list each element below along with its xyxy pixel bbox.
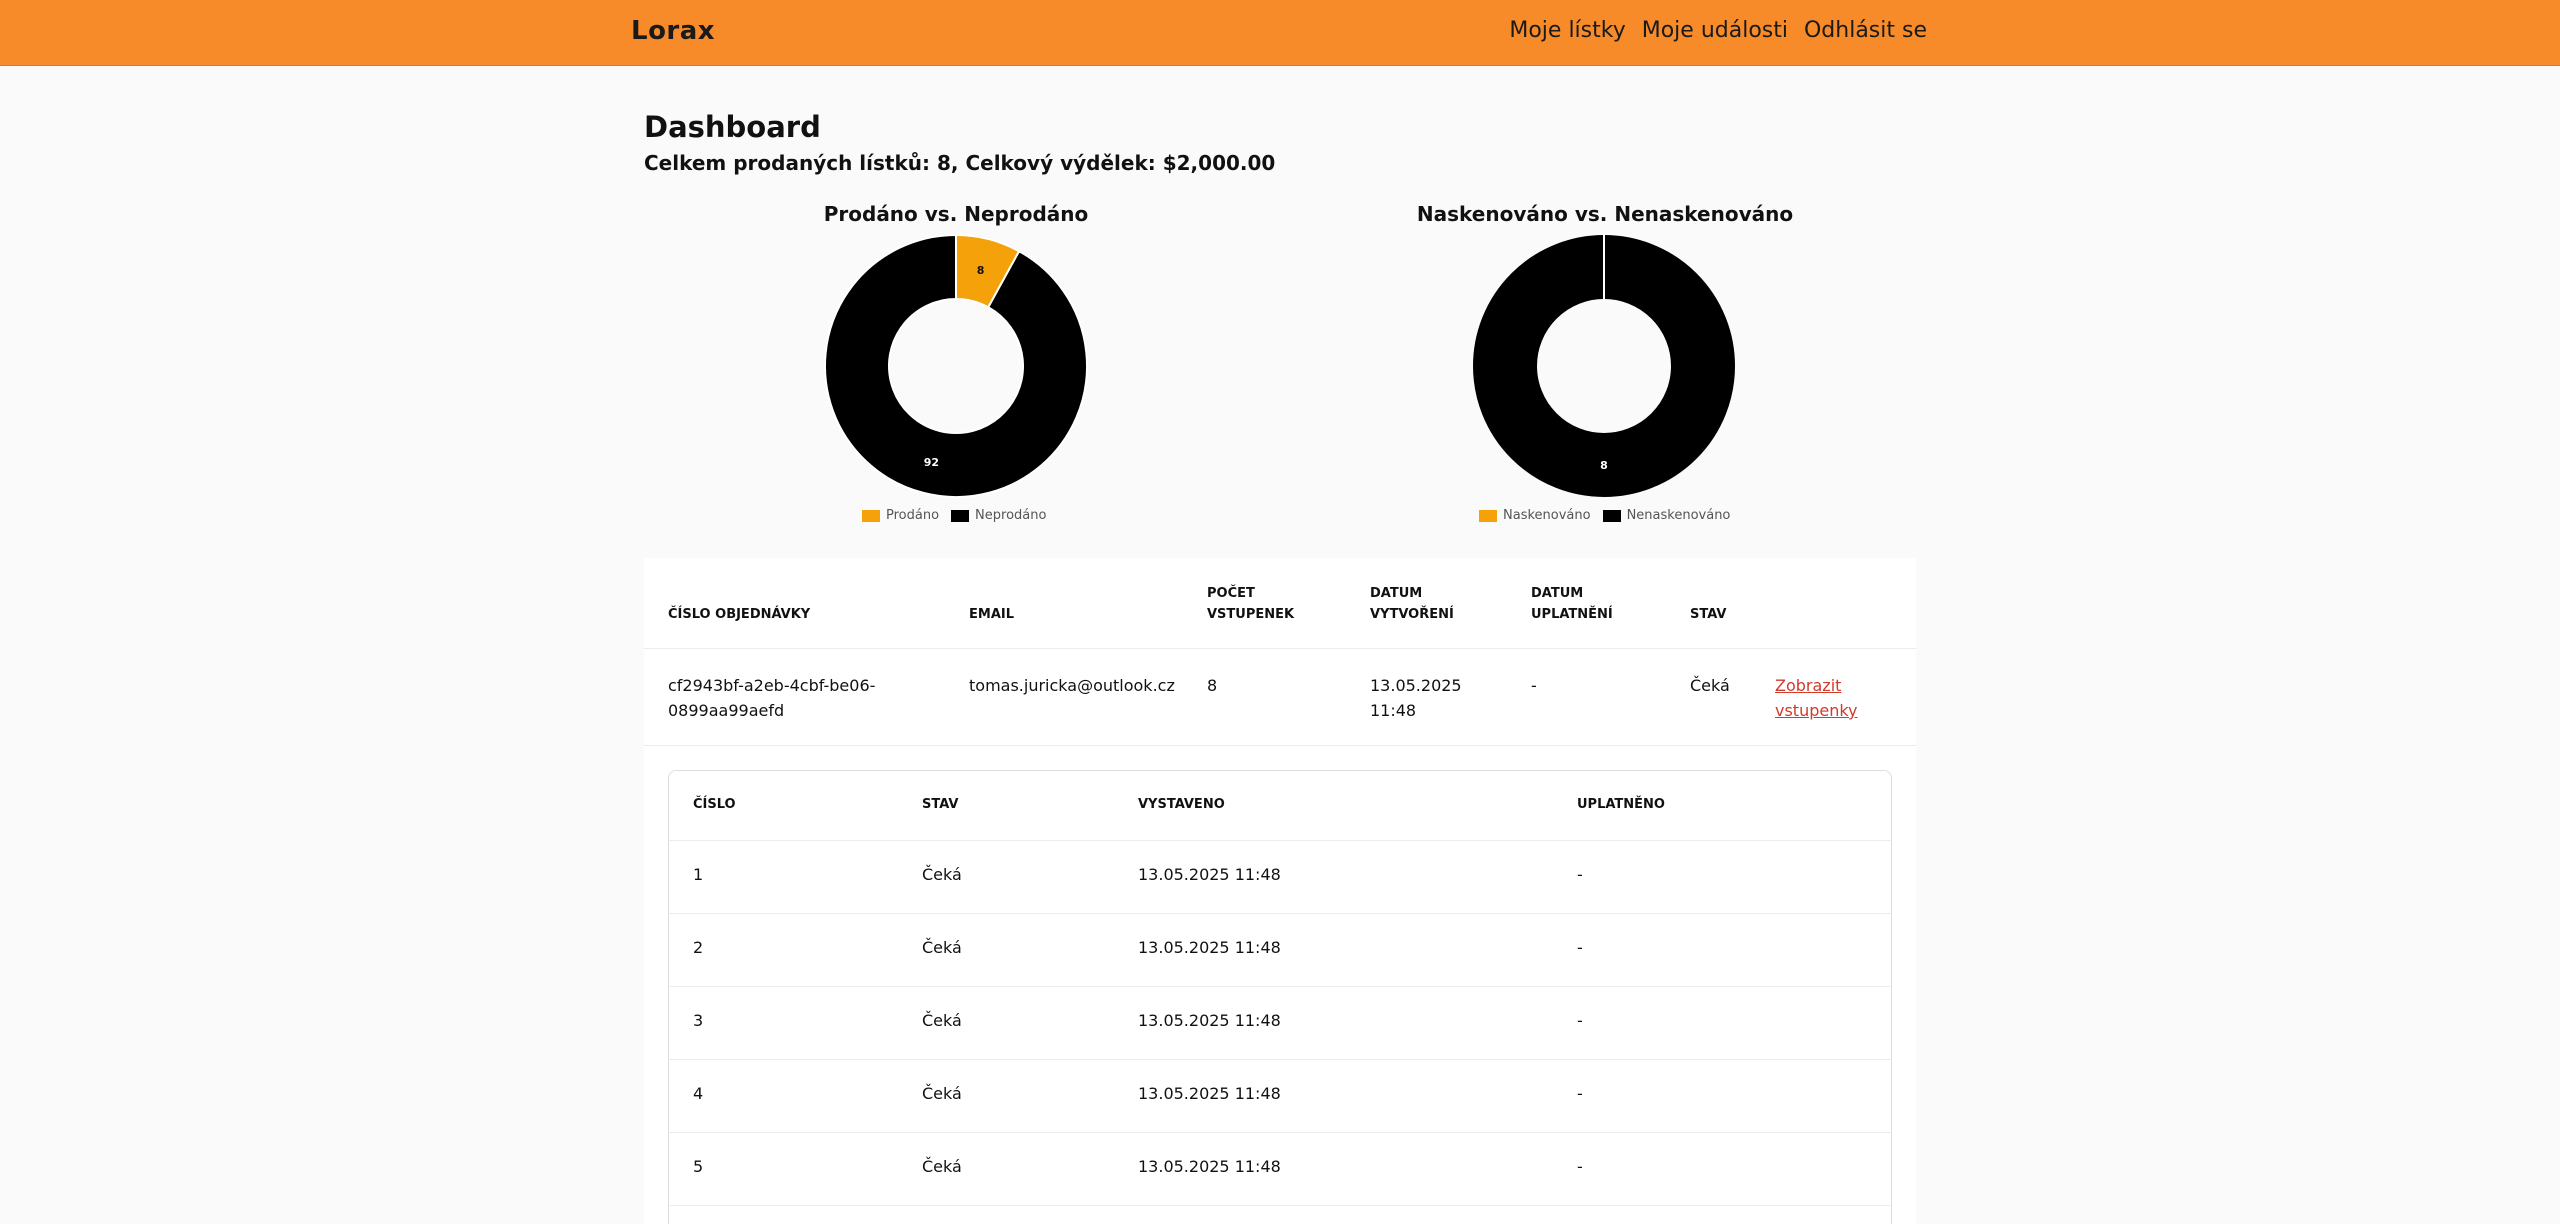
- legend-item-unscanned[interactable]: Nenaskenováno: [1602, 508, 1731, 523]
- legend-swatch-scanned: [1479, 509, 1497, 522]
- ticket-redeemed: -: [1577, 1084, 1583, 1103]
- view-tickets-link[interactable]: Zobrazit vstupenky: [1775, 673, 1875, 723]
- ticket-number: 5: [693, 1157, 704, 1176]
- order-id: cf2943bf-a2eb-4cbf-be06-0899aa99aefd: [668, 676, 876, 720]
- ticket-issued: 13.05.2025 11:48: [1138, 1084, 1281, 1103]
- legend-swatch-unscanned: [1602, 509, 1621, 522]
- nav-logout[interactable]: Odhlásit se: [1804, 18, 1927, 43]
- ticket-row: 1 Čeká 13.05.2025 11:48 -: [669, 840, 1891, 913]
- col-ticket-issued: VYSTAVENO: [1138, 797, 1225, 812]
- ticket-row: 2 Čeká 13.05.2025 11:48 -: [669, 913, 1891, 986]
- ticket-row: 5 Čeká 13.05.2025 11:48 -: [669, 1132, 1891, 1205]
- ticket-number: 1: [693, 865, 704, 884]
- legend-swatch-sold: [862, 509, 880, 522]
- ticket-redeemed: -: [1577, 938, 1583, 957]
- nav-my-tickets[interactable]: Moje lístky: [1509, 18, 1625, 43]
- row-divider: [644, 745, 1916, 746]
- ticket-status: Čeká: [922, 1157, 962, 1176]
- chart-scanned-vs-unscanned: 8: [1473, 235, 1735, 497]
- order-redeemed: -: [1531, 676, 1537, 695]
- ticket-status: Čeká: [922, 1011, 962, 1030]
- page-title: Dashboard: [644, 110, 821, 144]
- order-ticket-count: 8: [1207, 676, 1218, 695]
- top-navbar: Lorax Moje lístky Moje události Odhlásit…: [0, 0, 2560, 66]
- chart-sold-title: Prodáno vs. Neprodáno: [823, 202, 1089, 226]
- legend-label-scanned: Naskenováno: [1503, 508, 1591, 523]
- tickets-table: ČÍSLO STAV VYSTAVENO UPLATNĚNO 1 Čeká 13…: [668, 770, 1892, 1224]
- chart-sold-vs-unsold: 8 92: [824, 234, 1088, 498]
- ticket-number: 3: [693, 1011, 704, 1030]
- ticket-row: [669, 1205, 1891, 1224]
- sales-summary: Celkem prodaných lístků: 8, Celkový výdě…: [644, 151, 1276, 175]
- chart-scanned-title: Naskenováno vs. Nenaskenováno: [1416, 202, 1794, 226]
- col-ticket-count: POČET VSTUPENEK: [1207, 586, 1295, 622]
- chart-sold-legend: Prodáno Neprodáno: [862, 508, 1046, 523]
- col-ticket-number: ČÍSLO: [693, 797, 736, 812]
- pie-slice-0-1[interactable]: [824, 234, 1088, 498]
- order-email: tomas.juricka@outlook.cz: [969, 676, 1175, 695]
- col-order-number: ČÍSLO OBJEDNÁVKY: [668, 607, 811, 622]
- col-created-date: DATUM VYTVOŘENÍ: [1370, 586, 1454, 622]
- col-redeemed-date: DATUM UPLATNĚNÍ: [1531, 586, 1613, 622]
- ticket-redeemed: -: [1577, 1157, 1583, 1176]
- legend-label-unscanned: Nenaskenováno: [1626, 508, 1731, 523]
- legend-item-unsold[interactable]: Neprodáno: [951, 508, 1046, 523]
- nav-links: Moje lístky Moje události Odhlásit se: [1509, 18, 1927, 43]
- order-status: Čeká: [1690, 676, 1730, 695]
- legend-item-sold[interactable]: Prodáno: [862, 508, 939, 523]
- legend-item-scanned[interactable]: Naskenováno: [1479, 508, 1591, 523]
- col-ticket-status: STAV: [922, 797, 959, 812]
- header-divider: [644, 648, 1916, 649]
- ticket-issued: 13.05.2025 11:48: [1138, 938, 1281, 957]
- order-created: 13.05.2025 11:48: [1370, 676, 1462, 720]
- pie-data-label-0-0: 8: [977, 264, 985, 277]
- ticket-number: 4: [693, 1084, 704, 1103]
- legend-swatch-unsold: [951, 509, 970, 522]
- legend-label-sold: Prodáno: [886, 508, 940, 523]
- ticket-status: Čeká: [922, 938, 962, 957]
- ticket-status: Čeká: [922, 1084, 962, 1103]
- ticket-row: 4 Čeká 13.05.2025 11:48 -: [669, 1059, 1891, 1132]
- ticket-issued: 13.05.2025 11:48: [1138, 865, 1281, 884]
- col-ticket-redeemed: UPLATNĚNO: [1577, 797, 1665, 812]
- col-email: EMAIL: [969, 607, 1014, 622]
- nav-my-events[interactable]: Moje události: [1642, 18, 1788, 43]
- col-status: STAV: [1690, 607, 1727, 622]
- legend-label-unsold: Neprodáno: [975, 508, 1047, 523]
- ticket-redeemed: -: [1577, 1011, 1583, 1030]
- ticket-number: 2: [693, 938, 704, 957]
- pie-data-label-0-1: 92: [924, 456, 939, 469]
- ticket-issued: 13.05.2025 11:48: [1138, 1157, 1281, 1176]
- ticket-issued: 13.05.2025 11:48: [1138, 1011, 1281, 1030]
- pie-data-label-1-1: 8: [1600, 459, 1608, 472]
- logo[interactable]: Lorax: [631, 16, 715, 46]
- ticket-redeemed: -: [1577, 865, 1583, 884]
- ticket-status: Čeká: [922, 865, 962, 884]
- chart-scanned-legend: Naskenováno Nenaskenováno: [1479, 508, 1730, 523]
- ticket-row: 3 Čeká 13.05.2025 11:48 -: [669, 986, 1891, 1059]
